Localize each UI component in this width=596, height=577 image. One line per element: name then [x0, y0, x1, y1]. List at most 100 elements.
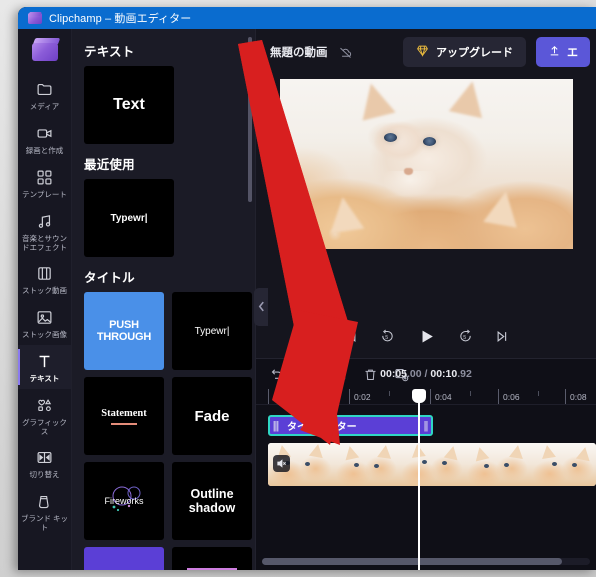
title-card-statement[interactable]: Statement — [84, 377, 164, 455]
trash-icon[interactable] — [363, 367, 378, 382]
chevron-left-icon — [258, 301, 265, 314]
project-title[interactable]: 無題の動画 — [270, 44, 328, 60]
upload-arrow-icon — [548, 44, 561, 60]
sidebar-item-graphics[interactable]: グラフィックス — [18, 389, 71, 441]
clipchamp-window: Clipchamp – 動画エディター メディア 録画と作成 テンプレート 音楽… — [18, 7, 596, 570]
timeline-ruler[interactable]: 0 0:02 0:04 0:06 0:08 0:1 — [256, 389, 596, 405]
redo-arrow-icon[interactable] — [301, 367, 316, 382]
timeline-time-readout: 00:05.00 / 00:10.92 — [380, 368, 472, 380]
sidebar-label: 録画と作成 — [25, 146, 64, 155]
screen-root: Clipchamp – 動画エディター メディア 録画と作成 テンプレート 音楽… — [0, 0, 596, 577]
play-icon[interactable] — [417, 327, 436, 346]
sidebar-label: ストック動画 — [22, 286, 67, 295]
svg-text:5: 5 — [385, 334, 388, 340]
kitten-video-frame — [279, 79, 573, 249]
rewind-5-icon[interactable]: 5 — [380, 329, 395, 344]
video-camera-icon — [36, 123, 53, 143]
current-ms: .00 — [407, 368, 422, 380]
title-card-stencil[interactable]: Stencil — [84, 547, 164, 570]
text-clip[interactable]: ||| タイプライター || — [268, 415, 433, 436]
library-scroll-area: テキスト Text 最近使用 Typewr タイトル PUSH THROUGH … — [72, 29, 252, 570]
plain-text-card[interactable]: Text — [84, 66, 174, 144]
current-time: 00:05 — [380, 368, 408, 380]
sidebar-label: ブランド キット — [20, 514, 69, 532]
sidebar-item-brand-kit[interactable]: ブランド キット — [18, 485, 71, 537]
sidebar-item-stock-video[interactable]: ストック動画 — [18, 257, 71, 301]
sidebar-item-music-sound[interactable]: 音楽とサウンドエフェクト — [18, 205, 71, 257]
sidebar-label: テキスト — [29, 374, 60, 383]
ruler-tick: 0:04 — [430, 389, 452, 404]
title-card-double-lines[interactable]: Double Lines — [172, 547, 252, 570]
text-t-icon — [36, 351, 53, 371]
app-body: メディア 録画と作成 テンプレート 音楽とサウンドエフェクト ストック動画 スト… — [18, 29, 596, 570]
sidebar-label: ストック画像 — [22, 330, 67, 339]
timeline-toolbar: 00:05.00 / 00:10.92 — [256, 359, 596, 389]
music-note-icon — [36, 211, 53, 231]
title-card-grid: PUSH THROUGH Typewr Statement Fade — [84, 292, 252, 570]
sidebar-item-transitions[interactable]: 切り替え — [18, 441, 71, 485]
recent-typewriter-card[interactable]: Typewr — [84, 179, 174, 257]
title-card-push-through[interactable]: PUSH THROUGH — [84, 292, 164, 370]
scissors-icon[interactable] — [332, 367, 347, 382]
sidebar-item-record-create[interactable]: 録画と作成 — [18, 117, 71, 161]
video-preview-frame[interactable] — [279, 79, 573, 249]
title-card-fireworks[interactable]: Fireworks — [84, 462, 164, 540]
sidebar-item-text[interactable]: テキスト — [18, 345, 71, 389]
sidebar-item-templates[interactable]: テンプレート — [18, 161, 71, 205]
upgrade-button[interactable]: アップグレード — [403, 37, 526, 67]
sidebar-label: グラフィックス — [22, 418, 67, 436]
undo-arrow-icon[interactable] — [270, 367, 285, 382]
window-title: Clipchamp – 動画エディター — [49, 13, 192, 25]
sidebar-label: 音楽とサウンドエフェクト — [22, 234, 67, 252]
upgrade-label: アップグレード — [436, 47, 513, 59]
title-card-fade[interactable]: Fade — [172, 377, 252, 455]
video-preview-area — [256, 75, 596, 314]
clapperboard-icon — [28, 12, 42, 24]
video-clip[interactable] — [268, 443, 596, 486]
diamond-icon — [416, 44, 429, 60]
grid-squares-icon — [36, 167, 53, 187]
clipchamp-logo — [30, 37, 60, 63]
sidebar-label: テンプレート — [22, 190, 67, 199]
export-button[interactable]: エ — [536, 37, 590, 67]
left-navigation-rail: メディア 録画と作成 テンプレート 音楽とサウンドエフェクト ストック動画 スト… — [18, 29, 72, 570]
kitten-ear — [325, 194, 364, 234]
film-strip-icon — [36, 263, 53, 283]
sidebar-label: 切り替え — [29, 470, 60, 479]
export-label: エ — [567, 47, 578, 59]
image-icon — [36, 307, 53, 327]
total-time: 00:10 — [430, 368, 458, 380]
kitten-eye — [383, 133, 397, 142]
video-thumbnail — [399, 443, 465, 486]
forward-5-icon[interactable]: 5 — [458, 329, 473, 344]
video-thumbnail — [333, 443, 400, 486]
sidebar-item-media[interactable]: メディア — [18, 73, 71, 117]
panel-collapse-button[interactable] — [254, 288, 268, 326]
total-ms: .92 — [457, 368, 472, 380]
kitten-ear — [448, 79, 489, 119]
skip-end-icon[interactable] — [495, 329, 510, 344]
ruler-tick: 0:06 — [498, 389, 520, 404]
sidebar-label: メディア — [29, 102, 60, 111]
editor-stage: 無題の動画 アップグレード エ 5 5 00:05.00 / 00:10.92 … — [256, 29, 596, 570]
library-vertical-scrollbar[interactable] — [248, 37, 252, 202]
svg-text:5: 5 — [463, 334, 466, 340]
sidebar-item-stock-image[interactable]: ストック画像 — [18, 301, 71, 345]
video-thumbnail — [464, 443, 531, 486]
skip-start-icon[interactable] — [343, 329, 358, 344]
timeline-panel: 00:05.00 / 00:10.92 0 0:02 0:04 0:06 0:0… — [256, 358, 596, 570]
library-section-titles: タイトル — [84, 271, 135, 285]
editor-topbar: 無題の動画 アップグレード エ — [256, 29, 596, 75]
timeline-scrollbar-thumb[interactable] — [262, 558, 562, 565]
library-section-text: テキスト — [84, 45, 135, 59]
folder-icon — [36, 79, 53, 99]
title-card-outline-shadow[interactable]: Outline shadow — [172, 462, 252, 540]
speaker-mute-icon[interactable] — [273, 455, 290, 472]
title-card-typewriter[interactable]: Typewr — [172, 292, 252, 370]
shapes-icon — [36, 395, 53, 415]
clip-left-handle[interactable]: ||| — [270, 417, 281, 434]
text-library-panel: テキスト Text 最近使用 Typewr タイトル PUSH THROUGH … — [72, 29, 256, 570]
timeline-playhead[interactable] — [412, 389, 426, 570]
clip-right-handle[interactable]: || — [420, 417, 431, 434]
time-separator: / — [421, 368, 431, 380]
